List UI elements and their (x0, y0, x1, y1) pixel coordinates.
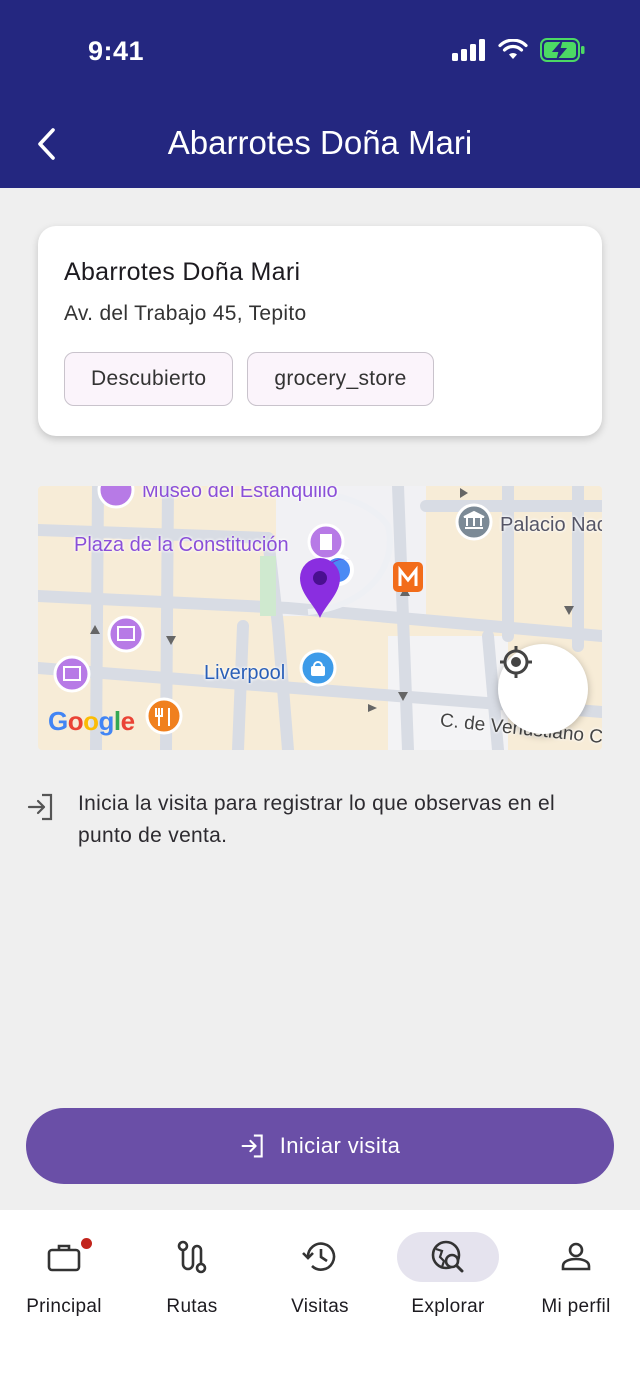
login-icon (241, 1134, 263, 1158)
app-header: 9:41 Abarrotes Doña Mari (0, 0, 640, 188)
nav-label: Explorar (411, 1296, 485, 1317)
map-view[interactable]: Museo del Estanquillo Plaza de la Consti… (38, 486, 602, 750)
crosshair-icon (500, 646, 532, 678)
page-title: Abarrotes Doña Mari (167, 124, 473, 161)
map-label-plaza: Plaza de la Constitución (74, 534, 289, 556)
nav-label: Rutas (166, 1296, 218, 1317)
status-icons (452, 38, 586, 62)
store-card: Abarrotes Doña Mari Av. del Trabajo 45, … (38, 226, 602, 436)
start-visit-label: Iniciar visita (279, 1133, 401, 1158)
history-icon (302, 1242, 336, 1271)
store-tags: Descubierto grocery_store (64, 352, 434, 406)
visit-info: Inicia la visita para registrar lo que o… (26, 788, 606, 852)
wifi-icon (498, 39, 528, 59)
nav-item-rutas[interactable]: Rutas (128, 1232, 256, 1318)
start-visit-button[interactable]: Iniciar visita (26, 1108, 614, 1184)
briefcase-icon (47, 1244, 81, 1272)
bottom-navigation: Principal Rutas Visitas Explorar Mi perf… (0, 1210, 640, 1392)
nav-label: Mi perfil (541, 1296, 611, 1317)
travel-explore-icon (431, 1240, 464, 1273)
tag-chip-category: grocery_store (247, 352, 434, 406)
route-icon (177, 1240, 207, 1274)
visit-info-text: Inicia la visita para registrar lo que o… (78, 792, 555, 847)
nav-item-explorar[interactable]: Explorar (384, 1232, 512, 1318)
google-logo: Google (48, 706, 135, 736)
nav-item-visitas[interactable]: Visitas (256, 1232, 384, 1318)
login-icon (27, 793, 53, 821)
map-label-liverpool: Liverpool (204, 662, 286, 684)
battery-charging-icon (540, 38, 585, 62)
store-address: Av. del Trabajo 45, Tepito (64, 302, 307, 325)
status-time: 9:41 (88, 36, 145, 66)
map-label-palacio: Palacio Nac (500, 514, 602, 536)
person-icon (561, 1242, 591, 1271)
nav-item-principal[interactable]: Principal (0, 1232, 128, 1318)
nav-label: Visitas (291, 1296, 349, 1317)
store-name: Abarrotes Doña Mari (64, 258, 301, 286)
notification-dot (81, 1238, 92, 1249)
tag-chip-status: Descubierto (64, 352, 234, 406)
map-label-museo: Museo del Estanquillo (142, 486, 338, 502)
nav-item-mi-perfil[interactable]: Mi perfil (512, 1232, 640, 1318)
my-location-button[interactable] (498, 644, 588, 734)
nav-label: Principal (26, 1296, 102, 1317)
cellular-signal-icon (452, 39, 485, 61)
